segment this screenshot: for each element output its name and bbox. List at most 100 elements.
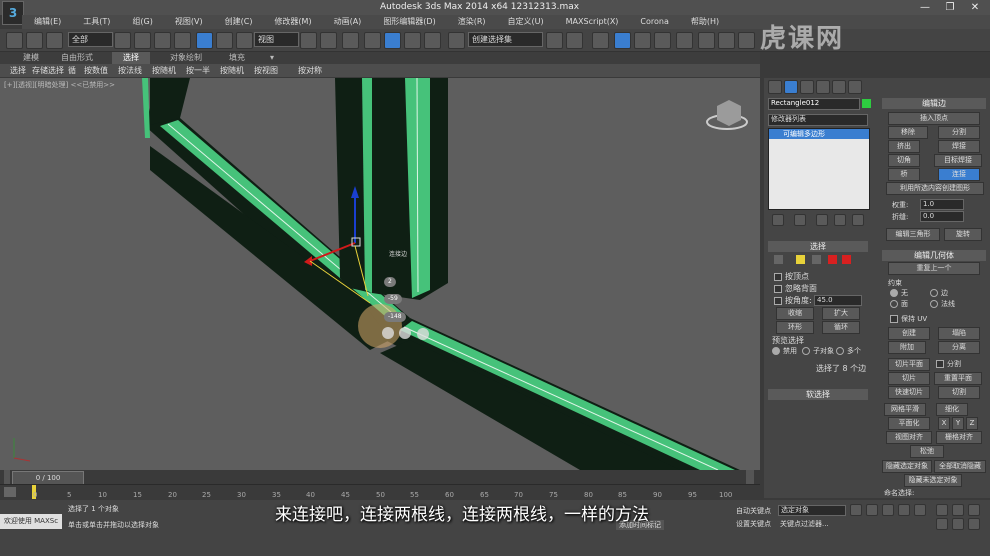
- shrink-button[interactable]: 收缩: [776, 307, 814, 320]
- planar-z-button[interactable]: Z: [966, 417, 978, 430]
- grid-align-button[interactable]: 栅格对齐: [936, 431, 982, 444]
- go-to-end-icon[interactable]: [914, 504, 926, 516]
- reference-coordinate-select[interactable]: 视图: [254, 32, 299, 47]
- next-frame-icon[interactable]: [898, 504, 910, 516]
- pin-stack-icon[interactable]: [772, 214, 784, 226]
- select-move-icon[interactable]: [196, 32, 213, 49]
- pan-view-icon[interactable]: [952, 518, 964, 530]
- link-icon[interactable]: [6, 32, 23, 49]
- curve-editor-icon[interactable]: [654, 32, 671, 49]
- polygon-mode-icon[interactable]: [828, 255, 837, 264]
- crease-spinner[interactable]: 0.0: [920, 211, 964, 222]
- planar-x-button[interactable]: X: [938, 417, 950, 430]
- split-checkbox[interactable]: 分割: [936, 359, 961, 369]
- slice-plane-button[interactable]: 切片平面: [888, 358, 930, 371]
- unlink-icon[interactable]: [26, 32, 43, 49]
- display-panel-icon[interactable]: [832, 80, 846, 94]
- weld-button[interactable]: 焊接: [938, 140, 980, 153]
- repeat-last-button[interactable]: 重复上一个: [888, 262, 980, 275]
- extrude-button[interactable]: 挤出: [888, 140, 920, 153]
- slice-button[interactable]: 切片: [888, 372, 930, 385]
- zoom-all-icon[interactable]: [952, 504, 964, 516]
- quickslice-button[interactable]: 快速切片: [888, 386, 930, 399]
- detach-button[interactable]: 分离: [938, 341, 980, 354]
- ribbon-store-selection[interactable]: 存储选择: [32, 64, 64, 77]
- preview-off-radio[interactable]: 禁用: [772, 346, 797, 356]
- menu-help[interactable]: 帮助(H): [691, 15, 719, 29]
- menu-views[interactable]: 视图(V): [175, 15, 203, 29]
- select-scale-icon[interactable]: [236, 32, 253, 49]
- named-selection-set-select[interactable]: 创建选择集: [468, 32, 543, 47]
- maxscript-listener-mini[interactable]: 欢迎使用 MAXSc: [0, 514, 62, 529]
- tab-object-paint[interactable]: 对象绘制: [166, 52, 206, 64]
- angle-snap-icon[interactable]: [384, 32, 401, 49]
- toggle-layer-explorer-icon[interactable]: [614, 32, 631, 49]
- go-to-start-icon[interactable]: [850, 504, 862, 516]
- render-setup-icon[interactable]: [698, 32, 715, 49]
- vertex-mode-icon[interactable]: [774, 255, 783, 264]
- target-weld-button[interactable]: 目标焊接: [934, 154, 982, 167]
- menu-group[interactable]: 组(G): [132, 15, 152, 29]
- zoom-icon[interactable]: [936, 504, 948, 516]
- select-rotate-icon[interactable]: [216, 32, 233, 49]
- planar-y-button[interactable]: Y: [952, 417, 964, 430]
- percent-snap-icon[interactable]: [404, 32, 421, 49]
- toggle-ribbon-icon[interactable]: [634, 32, 651, 49]
- modify-panel-icon[interactable]: [784, 80, 798, 94]
- make-unique-icon[interactable]: [816, 214, 828, 226]
- modifier-list-dropdown[interactable]: 修改器列表: [768, 114, 868, 126]
- pivot-center-icon[interactable]: [300, 32, 317, 49]
- spinner-snap-icon[interactable]: [424, 32, 441, 49]
- chamfer-button[interactable]: 切角: [888, 154, 920, 167]
- tab-modeling[interactable]: 建模: [10, 52, 52, 64]
- mini-curve-editor-icon[interactable]: [4, 487, 16, 497]
- menu-corona[interactable]: Corona: [640, 15, 668, 29]
- select-manipulate-icon[interactable]: [320, 32, 337, 49]
- menu-tools[interactable]: 工具(T): [83, 15, 110, 29]
- menu-rendering[interactable]: 渲染(R): [458, 15, 486, 29]
- menu-customize[interactable]: 自定义(U): [508, 15, 544, 29]
- angle-spinner[interactable]: 45.0: [814, 295, 862, 306]
- perspective-viewport[interactable]: [+][透视][明暗处理] <<已禁用>> 连接边 2 -59 -148: [0, 78, 760, 470]
- ring-button[interactable]: 环形: [776, 321, 814, 334]
- tab-selection[interactable]: 选择: [112, 52, 150, 64]
- time-prev-icon[interactable]: [4, 470, 10, 484]
- restore-button[interactable]: ❐: [939, 1, 961, 14]
- rendered-frame-window-icon[interactable]: [718, 32, 735, 49]
- ribbon-by-numeric[interactable]: 按数值: [84, 64, 108, 77]
- element-mode-icon[interactable]: [842, 255, 851, 264]
- ribbon-by-view[interactable]: 按视图: [254, 64, 278, 77]
- close-button[interactable]: ✕: [964, 1, 986, 14]
- reset-plane-button[interactable]: 重置平面: [934, 372, 982, 385]
- remove-button[interactable]: 移除: [888, 126, 928, 139]
- split-button[interactable]: 分割: [938, 126, 980, 139]
- turn-button[interactable]: 旋转: [944, 228, 982, 241]
- hide-unselected-button[interactable]: 隐藏未选定对象: [904, 474, 962, 487]
- connect-segments-field[interactable]: 2: [384, 277, 396, 287]
- key-mode-select[interactable]: 选定对象: [778, 505, 846, 516]
- app-logo-icon[interactable]: 3: [2, 1, 24, 25]
- previous-frame-icon[interactable]: [866, 504, 878, 516]
- mirror-icon[interactable]: [546, 32, 563, 49]
- show-end-result-icon[interactable]: [794, 214, 806, 226]
- hierarchy-panel-icon[interactable]: [800, 80, 814, 94]
- make-planar-button[interactable]: 平面化: [888, 417, 930, 430]
- by-vertex-checkbox[interactable]: 按顶点: [774, 271, 809, 282]
- time-slider-thumb[interactable]: 0 / 100: [12, 471, 84, 485]
- material-editor-icon[interactable]: [676, 32, 693, 49]
- edit-geometry-rollout[interactable]: 编辑几何体: [882, 250, 986, 261]
- unhide-all-button[interactable]: 全部取消隐藏: [934, 460, 986, 473]
- selection-rollout-header[interactable]: 选择: [768, 241, 868, 252]
- bind-spacewarp-icon[interactable]: [46, 32, 63, 49]
- loop-button[interactable]: 循环: [822, 321, 860, 334]
- preview-subobj-radio[interactable]: 子对象: [802, 346, 834, 356]
- ribbon-by-normal[interactable]: 按法线: [118, 64, 142, 77]
- view-align-button[interactable]: 视图对齐: [886, 431, 932, 444]
- menu-maxscript[interactable]: MAXScript(X): [566, 15, 619, 29]
- ribbon-loop[interactable]: 循: [68, 64, 76, 77]
- constraint-edge-radio[interactable]: 边: [930, 288, 948, 298]
- configure-sets-icon[interactable]: [852, 214, 864, 226]
- grow-button[interactable]: 扩大: [822, 307, 860, 320]
- align-icon[interactable]: [566, 32, 583, 49]
- constraint-normal-radio[interactable]: 法线: [930, 299, 955, 309]
